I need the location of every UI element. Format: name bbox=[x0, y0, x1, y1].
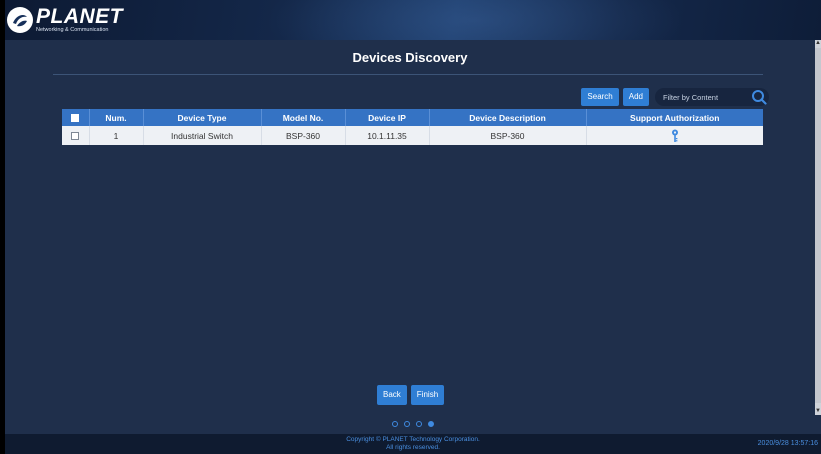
filter-input[interactable] bbox=[663, 92, 743, 102]
table-row[interactable]: 1 Industrial Switch BSP-360 10.1.11.35 B… bbox=[62, 126, 763, 145]
footer-bar: Copyright © PLANET Technology Corporatio… bbox=[5, 434, 821, 454]
scroll-thumb[interactable] bbox=[815, 48, 821, 403]
column-header-model-no[interactable]: Model No. bbox=[261, 109, 346, 126]
step-indicator bbox=[392, 421, 440, 427]
back-button[interactable]: Back bbox=[377, 385, 407, 405]
finish-button[interactable]: Finish bbox=[410, 385, 445, 405]
vertical-scrollbar[interactable]: ▲ ▼ bbox=[815, 40, 821, 415]
planet-logo: PLANET Networking & Communication bbox=[7, 4, 123, 36]
table-toolbar: Search Add bbox=[581, 88, 769, 106]
cell-model-no: BSP-360 bbox=[261, 126, 346, 145]
select-all-checkbox[interactable] bbox=[71, 114, 80, 123]
column-header-device-description[interactable]: Device Description bbox=[429, 109, 587, 126]
cell-support-authorization bbox=[586, 126, 763, 145]
add-button[interactable]: Add bbox=[622, 88, 649, 106]
header-bar: PLANET Networking & Communication bbox=[5, 0, 821, 40]
copyright-text: Copyright © PLANET Technology Corporatio… bbox=[5, 436, 821, 452]
step-dot bbox=[392, 421, 398, 427]
planet-logo-icon bbox=[7, 7, 33, 33]
step-dot-active bbox=[428, 421, 434, 427]
row-checkbox[interactable] bbox=[71, 132, 80, 141]
scroll-up-icon[interactable]: ▲ bbox=[815, 40, 821, 46]
wizard-actions: Back Finish bbox=[377, 385, 448, 405]
cell-num: 1 bbox=[89, 126, 144, 145]
header-decoration bbox=[265, 0, 685, 40]
key-icon[interactable] bbox=[671, 129, 679, 143]
column-header-support-authorization[interactable]: Support Authorization bbox=[586, 109, 763, 126]
app-frame: PLANET Networking & Communication Device… bbox=[5, 0, 821, 454]
title-divider bbox=[53, 74, 763, 75]
page-title: Devices Discovery bbox=[352, 50, 468, 65]
step-dot bbox=[416, 421, 422, 427]
column-header-device-type[interactable]: Device Type bbox=[143, 109, 262, 126]
table-header-row: Num. Device Type Model No. Device IP Dev… bbox=[62, 109, 763, 126]
cell-device-description: BSP-360 bbox=[429, 126, 587, 145]
copyright-line-2: All rights reserved. bbox=[386, 444, 440, 451]
cell-device-ip: 10.1.11.35 bbox=[345, 126, 430, 145]
row-select-cell bbox=[62, 126, 90, 145]
step-dot bbox=[404, 421, 410, 427]
scroll-down-icon[interactable]: ▼ bbox=[815, 408, 821, 414]
search-icon[interactable] bbox=[751, 89, 767, 105]
filter-box bbox=[655, 88, 769, 106]
column-header-num[interactable]: Num. bbox=[89, 109, 144, 126]
search-button[interactable]: Search bbox=[581, 88, 619, 106]
devices-table: Num. Device Type Model No. Device IP Dev… bbox=[62, 109, 763, 145]
column-header-device-ip[interactable]: Device IP bbox=[345, 109, 430, 126]
logo-tagline: Networking & Communication bbox=[36, 27, 109, 34]
timestamp: 2020/9/28 13:57:16 bbox=[757, 440, 818, 447]
logo-wordmark: PLANET bbox=[36, 5, 123, 29]
copyright-line-1: Copyright © PLANET Technology Corporatio… bbox=[346, 436, 480, 443]
cell-device-type: Industrial Switch bbox=[143, 126, 262, 145]
select-all-cell bbox=[62, 109, 90, 126]
